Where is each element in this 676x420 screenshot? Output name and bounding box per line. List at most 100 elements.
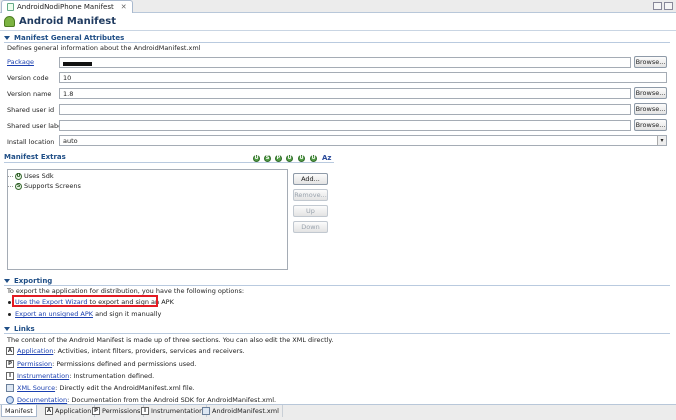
version-name-field[interactable]: 1.8 [59, 88, 631, 99]
section-extras-title: Manifest Extras [4, 153, 66, 161]
install-location-select[interactable]: auto ▾ [59, 135, 667, 146]
add-uses-sdk-icon[interactable]: U [253, 155, 260, 162]
shared-user-id-field[interactable] [59, 104, 631, 115]
down-button[interactable]: Down [293, 221, 328, 233]
editor-tab-manifest[interactable]: AndroidNodiPhone Manifest ✕ [1, 0, 133, 13]
documentation-link[interactable]: Documentation [17, 396, 67, 404]
application-icon: A [45, 407, 53, 415]
tree-connector [8, 185, 13, 187]
application-desc: : Activities, intent filters, providers,… [53, 347, 245, 355]
tab-label: AndroidManifest.xml [212, 407, 279, 415]
documentation-icon [6, 396, 14, 404]
link-row-documentation: Documentation: Documentation from the An… [6, 396, 276, 404]
bullet [8, 300, 11, 304]
install-location-label: Install location [7, 138, 55, 146]
version-code-label: Version code [7, 74, 49, 82]
section-exporting-title: Exporting [14, 277, 53, 285]
extras-divider [4, 162, 334, 163]
permission-link[interactable]: Permission [17, 360, 52, 368]
tab-label: Instrumentation [151, 407, 204, 415]
page-title: Android Manifest [4, 16, 116, 27]
collapse-icon[interactable] [4, 327, 10, 331]
export-unsigned-link[interactable]: Export an unsigned APK [15, 310, 93, 318]
redacted-value [63, 61, 92, 66]
xml-source-link[interactable]: XML Source [17, 384, 55, 392]
version-name-browse-button[interactable]: Browse... [634, 87, 667, 99]
page-title-text: Android Manifest [19, 16, 116, 27]
shared-user-id-label: Shared user id [7, 106, 55, 114]
add-supports-screens-icon[interactable]: S [264, 155, 271, 162]
tab-androidmanifest-xml[interactable]: AndroidManifest.xml [199, 405, 283, 417]
package-field[interactable] [59, 57, 631, 68]
version-code-field[interactable]: 10 [59, 72, 667, 83]
documentation-desc: : Documentation from the Android SDK for… [67, 396, 277, 404]
tree-item-supports-screens[interactable]: S Supports Screens [8, 182, 81, 190]
sort-icon[interactable]: Az [322, 154, 332, 162]
tab-label: Permissions [102, 407, 141, 415]
shared-user-id-browse-button[interactable]: Browse... [634, 103, 667, 115]
xml-file-icon [6, 384, 14, 392]
manifest-file-icon [7, 3, 14, 11]
link-row-xml-source: XML Source: Directly edit the AndroidMan… [6, 384, 195, 392]
instrumentation-link[interactable]: Instrumentation [17, 372, 69, 380]
shared-user-label-browse-button[interactable]: Browse... [634, 119, 667, 131]
tree-item-label: Uses Sdk [24, 172, 54, 180]
add-uses-icon[interactable]: U [286, 155, 293, 162]
android-icon [4, 16, 15, 27]
package-browse-button[interactable]: Browse... [634, 56, 667, 68]
tree-item-label: Supports Screens [24, 182, 81, 190]
export-unsigned-text: and sign it manually [93, 310, 162, 318]
application-link[interactable]: Application [17, 347, 53, 355]
section-links-title: Links [14, 325, 35, 333]
title-divider [0, 30, 676, 31]
section-divider [4, 285, 670, 286]
tree-connector [8, 175, 13, 177]
add-uses-library-icon[interactable]: U [310, 155, 317, 162]
bullet [8, 312, 11, 316]
collapse-icon[interactable] [4, 36, 10, 40]
section-general-title: Manifest General Attributes [14, 34, 125, 42]
section-links-header[interactable]: Links [4, 325, 35, 333]
section-divider [4, 333, 670, 334]
instrumentation-desc: : Instrumentation defined. [69, 372, 155, 380]
section-general-header[interactable]: Manifest General Attributes [4, 34, 124, 42]
tab-permissions[interactable]: P Permissions [89, 405, 145, 417]
export-option-unsigned: Export an unsigned APK and sign it manua… [8, 310, 161, 318]
add-button[interactable]: Add... [293, 173, 328, 185]
tab-manifest[interactable]: Manifest [1, 405, 37, 417]
exporting-intro: To export the application for distributi… [7, 287, 245, 295]
application-icon: A [6, 347, 14, 355]
minimize-icon[interactable] [653, 2, 662, 10]
tree-item-uses-sdk[interactable]: U Uses Sdk [8, 172, 54, 180]
chevron-down-icon[interactable]: ▾ [657, 136, 666, 145]
tab-label: Application [55, 407, 92, 415]
up-button[interactable]: Up [293, 205, 328, 217]
xml-file-icon [202, 407, 210, 415]
remove-button[interactable]: Remove... [293, 189, 328, 201]
section-extras-header: Manifest Extras [4, 153, 66, 161]
permission-icon: P [6, 360, 14, 368]
permission-desc: : Permissions defined and permissions us… [52, 360, 197, 368]
instrumentation-icon: I [6, 372, 14, 380]
highlight-box [12, 295, 158, 307]
tab-label: Manifest [5, 406, 33, 415]
tab-application[interactable]: A Application [42, 405, 96, 417]
collapse-icon[interactable] [4, 279, 10, 283]
xml-source-desc: : Directly edit the AndroidManifest.xml … [55, 384, 195, 392]
maximize-icon[interactable] [664, 2, 673, 10]
general-description: Defines general information about the An… [7, 44, 201, 52]
tab-instrumentation[interactable]: I Instrumentation [138, 405, 208, 417]
install-location-value: auto [63, 137, 78, 145]
section-divider [4, 42, 670, 43]
shared-user-label-field[interactable] [59, 120, 631, 131]
instrumentation-icon: I [141, 407, 149, 415]
shared-user-label-label: Shared user label [7, 122, 64, 130]
editor-tab-label: AndroidNodiPhone Manifest [17, 3, 114, 11]
add-uses-feature-icon[interactable]: U [298, 155, 305, 162]
link-row-application: A Application: Activities, intent filter… [6, 347, 245, 355]
link-row-permission: P Permission: Permissions defined and pe… [6, 360, 196, 368]
package-label-link[interactable]: Package [7, 58, 34, 66]
section-exporting-header[interactable]: Exporting [4, 277, 52, 285]
close-icon[interactable]: ✕ [121, 3, 127, 11]
add-permission-icon[interactable]: P [275, 155, 282, 162]
